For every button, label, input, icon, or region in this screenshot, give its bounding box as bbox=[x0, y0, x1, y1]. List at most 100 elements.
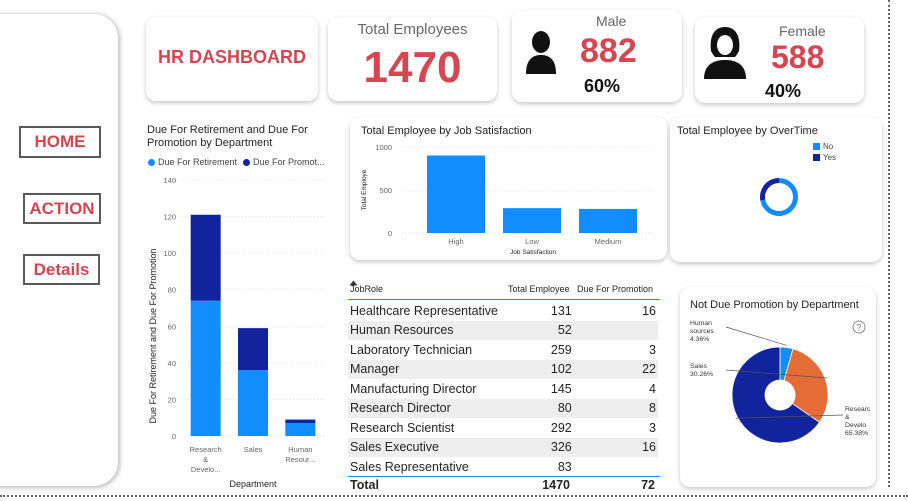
cell-due-promotion: 3 bbox=[573, 418, 658, 438]
bar[interactable] bbox=[503, 208, 561, 233]
bar-segment-retirement[interactable] bbox=[238, 370, 268, 436]
jobrole-table: Healthcare Representative 131 16 Human Reso… bbox=[348, 301, 658, 477]
bar-segment-promotion[interactable] bbox=[238, 328, 268, 371]
table-row[interactable]: Manufacturing Director 145 4 bbox=[348, 379, 658, 399]
donut-slice-yes[interactable] bbox=[760, 178, 779, 201]
table-row[interactable]: Human Resources 52 bbox=[348, 320, 658, 340]
table-row[interactable]: Sales Representative 83 bbox=[348, 457, 658, 477]
y-tick-label: 0 bbox=[388, 229, 392, 238]
cell-total-employee: 80 bbox=[501, 398, 574, 418]
male-card: Male 882 60% bbox=[512, 10, 682, 102]
cell-jobrole: Manufacturing Director bbox=[348, 379, 502, 399]
donut-leader-line bbox=[725, 326, 787, 346]
male-percent: 60% bbox=[584, 76, 621, 96]
x-axis-title: Department bbox=[229, 479, 277, 489]
cell-jobrole: Healthcare Representative bbox=[348, 301, 502, 321]
cell-due-promotion: 16 bbox=[573, 301, 658, 321]
total-employees-card: Total Employees 1470 bbox=[328, 17, 497, 101]
table-row[interactable]: Research Director 80 8 bbox=[348, 398, 658, 418]
dashboard-title: HR DASHBOARD bbox=[158, 47, 306, 67]
table-header-rule bbox=[348, 299, 660, 300]
cell-jobrole: Research Director bbox=[348, 398, 502, 418]
donut-label: sources bbox=[690, 328, 714, 335]
cell-total-employee: 131 bbox=[501, 301, 574, 321]
table-row[interactable]: Research Scientist 292 3 bbox=[348, 418, 658, 438]
total-employees-label: Total Employees bbox=[357, 21, 468, 38]
cell-total-employee: 83 bbox=[501, 457, 574, 477]
y-tick-label: 100 bbox=[163, 249, 176, 258]
bar[interactable] bbox=[579, 208, 637, 233]
y-tick-label: 140 bbox=[163, 176, 176, 185]
x-tick-label: Medium bbox=[595, 237, 622, 246]
male-label: Male bbox=[596, 13, 627, 29]
x-tick-label: & bbox=[203, 455, 208, 464]
cell-jobrole: Research Scientist bbox=[348, 418, 502, 438]
column-header-due-promotion[interactable]: Due For Promotion bbox=[577, 284, 653, 294]
bar-segment-promotion[interactable] bbox=[190, 214, 221, 301]
column-header-jobrole[interactable]: JobRole bbox=[350, 284, 383, 294]
bar[interactable] bbox=[427, 155, 485, 233]
cell-jobrole: Sales Representative bbox=[348, 457, 502, 477]
retirement-chart-plot: 0 20 40 60 80 100 120 140 Research&Develo... Sale… bbox=[148, 176, 324, 489]
cell-due-promotion bbox=[573, 320, 658, 340]
female-value: 588 bbox=[771, 39, 825, 75]
donut-label: Researc bbox=[845, 406, 871, 413]
cell-jobrole: Laboratory Technician bbox=[348, 340, 502, 360]
table-row[interactable]: Sales Executive 326 16 bbox=[348, 437, 658, 457]
frame-divider-bottom bbox=[0, 495, 908, 497]
cell-total-employee: 292 bbox=[501, 418, 574, 438]
overtime-card: Total Employee by OverTime No Yes bbox=[670, 117, 882, 262]
frame-divider-right bbox=[888, 0, 890, 487]
cell-due-promotion: 3 bbox=[573, 340, 658, 360]
female-label: Female bbox=[779, 23, 826, 39]
table-row[interactable]: Laboratory Technician 259 3 bbox=[348, 340, 658, 360]
y-axis-title: Due For Retirement and Due For Promotion bbox=[148, 248, 158, 423]
jobrole-table-container: JobRole Total Employee Due For Promotion… bbox=[346, 280, 662, 492]
bar-segment-retirement[interactable] bbox=[285, 423, 316, 436]
donut-label: Human bbox=[690, 320, 712, 327]
male-user-icon bbox=[526, 31, 556, 74]
table-total-rule bbox=[348, 476, 660, 477]
x-tick-label: Sales bbox=[244, 445, 263, 454]
y-tick-label: 500 bbox=[379, 186, 392, 195]
x-tick-label: Human bbox=[288, 445, 312, 454]
female-card: Female 588 40% bbox=[695, 17, 864, 103]
cell-jobrole: Manager bbox=[348, 359, 502, 379]
donut-label: & bbox=[845, 414, 850, 421]
cell-total-employee: 326 bbox=[501, 437, 574, 457]
x-tick-label: Low bbox=[525, 237, 539, 246]
column-header-total-employee[interactable]: Total Employee bbox=[508, 284, 570, 294]
table-row[interactable]: Manager 102 22 bbox=[348, 359, 658, 379]
male-value: 882 bbox=[580, 32, 637, 70]
donut-label: 4.36% bbox=[690, 336, 709, 343]
x-axis-title: Job Satisfaction bbox=[510, 249, 556, 256]
cell-due-promotion bbox=[573, 457, 658, 477]
overtime-donut bbox=[760, 178, 798, 216]
total-employees-value: 1470 bbox=[363, 43, 462, 92]
y-tick-label: 80 bbox=[168, 286, 176, 295]
x-tick-label: Develo... bbox=[191, 465, 221, 474]
nav-panel bbox=[0, 14, 118, 486]
y-axis-title: Total Employe bbox=[361, 169, 368, 210]
details-button[interactable]: Details bbox=[23, 254, 100, 285]
action-button[interactable]: ACTION bbox=[23, 193, 101, 224]
cell-total-employee: 102 bbox=[501, 359, 574, 379]
x-tick-label: Resour... bbox=[285, 455, 315, 464]
cell-jobrole: Human Resources bbox=[348, 320, 502, 340]
donut-label: Develo bbox=[845, 422, 866, 429]
table-row[interactable]: Healthcare Representative 131 16 bbox=[348, 301, 658, 321]
job-satisfaction-plot: 0 500 1000 High Low Medium Job Satisfaction Tot… bbox=[361, 143, 652, 256]
bar-segment-retirement[interactable] bbox=[190, 300, 221, 436]
bar-segment-promotion[interactable] bbox=[285, 419, 316, 424]
cell-total-employee: 259 bbox=[501, 340, 574, 360]
total-label: Total bbox=[350, 478, 379, 492]
donut-label: 30.26% bbox=[690, 371, 713, 378]
donut-label: 65.38% bbox=[845, 430, 868, 437]
cell-due-promotion: 8 bbox=[573, 398, 658, 418]
cell-due-promotion: 22 bbox=[573, 359, 658, 379]
donut-label: Sales bbox=[690, 363, 708, 370]
home-button[interactable]: HOME bbox=[19, 126, 101, 158]
y-tick-label: 120 bbox=[163, 213, 176, 222]
not-due-promotion-donut: Humansources4.36% Sales30.26% Researc&Deve… bbox=[690, 320, 871, 444]
female-user-icon bbox=[704, 27, 746, 79]
